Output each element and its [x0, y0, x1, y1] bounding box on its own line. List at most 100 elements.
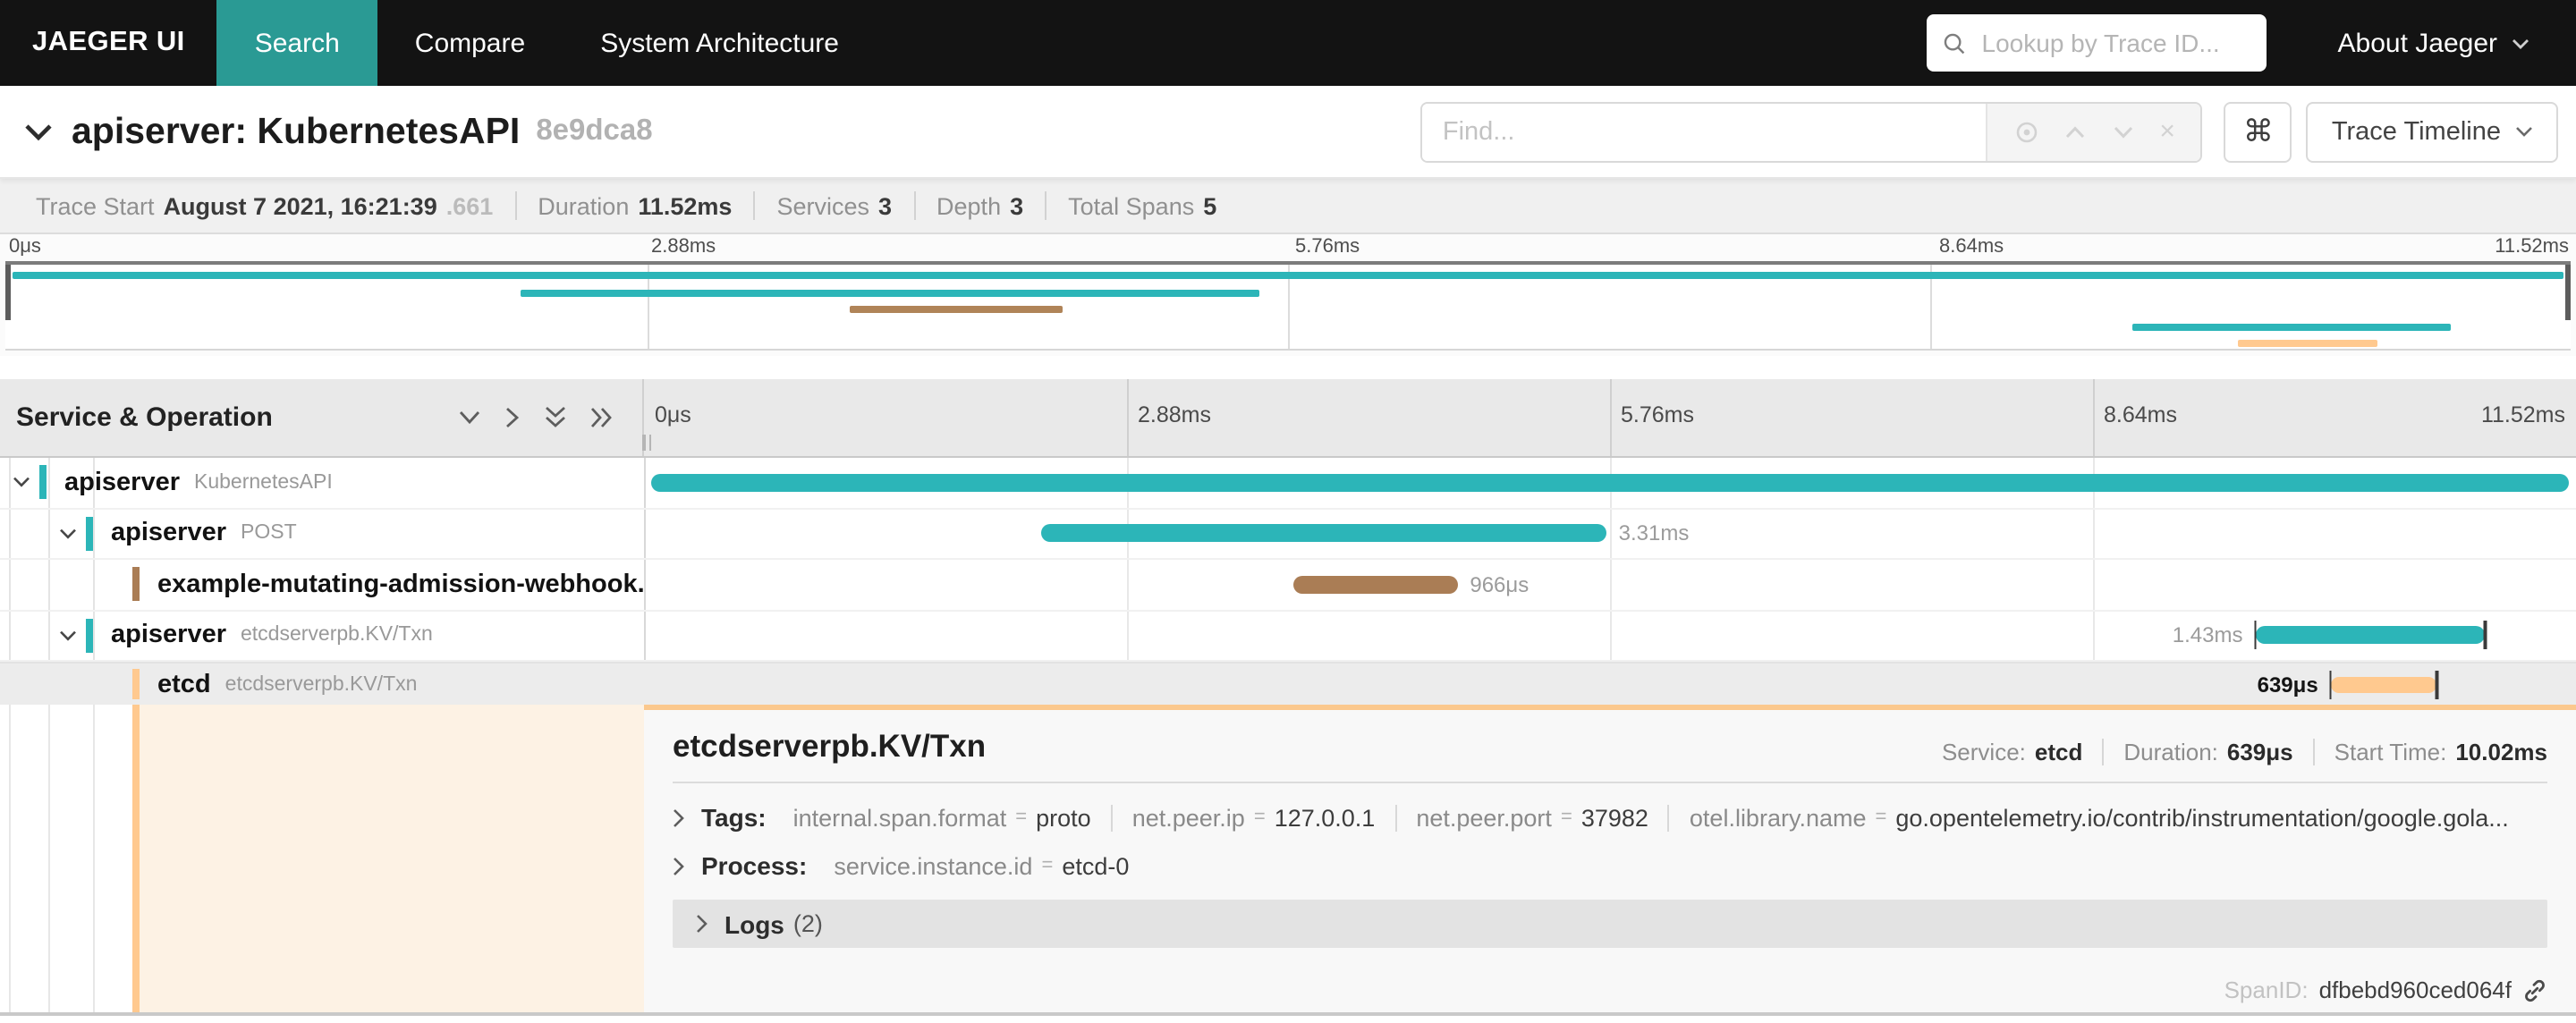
minimap-tick: 2.88ms [651, 236, 716, 258]
process-list: service.instance.id = etcd-0 [814, 852, 1148, 879]
stat-label: Total Spans [1068, 192, 1195, 219]
process-label: Process: [701, 851, 808, 880]
keyboard-shortcuts-button[interactable]: ⌘ [2224, 101, 2292, 162]
minimap-tick-labels: 0μs 2.88ms 5.76ms 8.64ms 11.52ms [0, 234, 2576, 261]
chevron-right-icon[interactable] [673, 856, 685, 875]
minimap-span-bar [849, 306, 1063, 314]
bottom-strip [0, 1015, 2576, 1023]
span-row[interactable]: etcd etcdserverpb.KV/Txn 639μs [0, 662, 2576, 705]
span-meta-item: Service: etcd [1922, 739, 2102, 765]
about-jaeger-menu[interactable]: About Jaeger [2338, 0, 2529, 86]
ruler-gridline [1127, 379, 1129, 456]
ruler-gridline [1610, 379, 1612, 456]
span-duration-label: 639μs [2257, 672, 2318, 697]
minimap-right-drag-handle[interactable] [2565, 265, 2571, 320]
span-meta-value: etcd [2034, 739, 2083, 765]
key-value-pair: internal.span.format = proto [774, 804, 1111, 831]
stat-extra: .661 [445, 192, 494, 219]
span-detail-header: etcdserverpb.KV/Txn Service: etcd Duration… [673, 728, 2547, 765]
kv-value: go.opentelemetry.io/contrib/instrumentat… [1895, 804, 2509, 831]
span-row[interactable]: apiserver POST 3.31ms [0, 509, 2576, 560]
chevron-right-icon[interactable] [673, 807, 685, 827]
brand-logo[interactable]: JAEGER UI [0, 0, 217, 86]
key-value-pair: otel.library.name = go.opentelemetry.io/co… [1667, 804, 2529, 831]
chevron-right-icon[interactable] [696, 914, 708, 934]
span-row-name-column: etcd etcdserverpb.KV/Txn [0, 664, 644, 705]
span-row-timeline: 966μs [644, 560, 2576, 609]
expand-all-icon[interactable] [590, 406, 614, 429]
clear-find-icon[interactable]: × [2159, 118, 2175, 145]
minimap-left-drag-handle[interactable] [5, 265, 11, 320]
logs-count: (2) [792, 910, 823, 937]
span-duration-bar[interactable] [1041, 524, 1606, 543]
minimap-canvas[interactable] [5, 261, 2571, 351]
stat-value: 11.52ms [638, 192, 733, 219]
jaeger-trace-page: JAEGER UI Search Compare System Architec… [0, 0, 2576, 1023]
span-duration-label: 3.31ms [1618, 520, 1690, 546]
logs-row[interactable]: Logs (2) [673, 900, 2547, 948]
kv-equals: = [1041, 855, 1054, 876]
span-row-name-column: example-mutating-admission-webhook... [0, 560, 644, 609]
stat-label: Services [776, 192, 869, 219]
collapse-all-icon[interactable] [544, 406, 567, 429]
span-row-name-column: apiserver POST [0, 509, 644, 558]
deep-link-icon[interactable] [2522, 977, 2547, 1002]
span-expander-icon[interactable] [13, 477, 39, 489]
process-row[interactable]: Process: service.instance.id = etcd-0 [673, 851, 2547, 880]
span-expander-icon[interactable] [59, 528, 86, 540]
prev-match-icon[interactable] [2065, 124, 2087, 139]
trace-view-selector-button[interactable]: Trace Timeline [2306, 101, 2558, 162]
span-duration-label: 1.43ms [2172, 622, 2243, 648]
span-operation-name: etcdserverpb.KV/Txn [225, 673, 418, 695]
kv-value: 37982 [1580, 804, 1648, 831]
trace-stat-item: Duration 11.52ms [514, 191, 753, 220]
span-row[interactable]: apiserver KubernetesAPI [0, 458, 2576, 509]
span-row-name-column: apiserver KubernetesAPI [0, 458, 644, 507]
span-meta-item: Start Time: 10.02ms [2312, 739, 2547, 765]
span-duration-label: 966μs [1470, 571, 1530, 597]
key-value-pair: net.peer.port = 37982 [1394, 804, 1668, 831]
tags-row[interactable]: Tags: internal.span.format = proto net.peer… [673, 803, 2547, 832]
span-expander-icon[interactable] [59, 630, 86, 642]
ruler-tick: 0μs [655, 402, 691, 427]
next-match-icon[interactable] [2113, 124, 2134, 139]
spacer [0, 356, 2576, 379]
kv-value: proto [1036, 804, 1091, 831]
span-row[interactable]: example-mutating-admission-webhook... 966… [0, 560, 2576, 611]
span-id-value: dfbebd960ced064f [2318, 976, 2512, 1003]
focus-match-icon[interactable] [2014, 119, 2039, 144]
timeline-header: Service & Operation 0μs 2.88ms 5.76ms 8.… [0, 379, 2576, 458]
minimap-span-bar [13, 272, 2563, 279]
collapse-trace-chevron-icon[interactable] [23, 121, 54, 142]
span-color-bar [132, 669, 140, 699]
column-resize-grip[interactable] [642, 435, 651, 451]
tab-search[interactable]: Search [216, 0, 377, 86]
ruler-gridline [2093, 379, 2095, 456]
collapse-one-icon[interactable] [458, 410, 481, 426]
minimap-span-bar [521, 289, 1260, 297]
trace-lookup-input[interactable] [1978, 27, 2250, 59]
span-color-bar [132, 567, 140, 602]
trace-stat-item: Services 3 [753, 191, 913, 220]
tree-guide-line [48, 705, 50, 1012]
span-row-name-column: apiserver etcdserverpb.KV/Txn [0, 611, 644, 660]
tab-system-architecture[interactable]: System Architecture [563, 0, 877, 86]
stat-value: 3 [1010, 192, 1024, 219]
find-input[interactable] [1422, 103, 1987, 160]
span-duration-bar[interactable] [1292, 575, 1458, 594]
stat-value: 3 [878, 192, 893, 219]
span-row[interactable]: apiserver etcdserverpb.KV/Txn 1.43ms [0, 611, 2576, 662]
tab-compare[interactable]: Compare [377, 0, 563, 86]
span-operation-name: KubernetesAPI [194, 471, 333, 494]
kv-key: net.peer.port [1416, 804, 1552, 831]
trace-header: apiserver: KubernetesAPI 8e9dca8 × [0, 86, 2576, 179]
minimap-tick: 8.64ms [1939, 236, 2004, 258]
tags-list: internal.span.format = proto net.peer.ip = 12… [774, 804, 2529, 831]
selected-span-highlight-column [140, 705, 644, 1012]
span-duration-bar[interactable] [2330, 676, 2437, 692]
kv-equals: = [1015, 807, 1028, 828]
span-duration-bar[interactable] [651, 473, 2569, 492]
span-duration-bar[interactable] [2255, 626, 2486, 645]
expand-one-icon[interactable] [504, 406, 521, 429]
